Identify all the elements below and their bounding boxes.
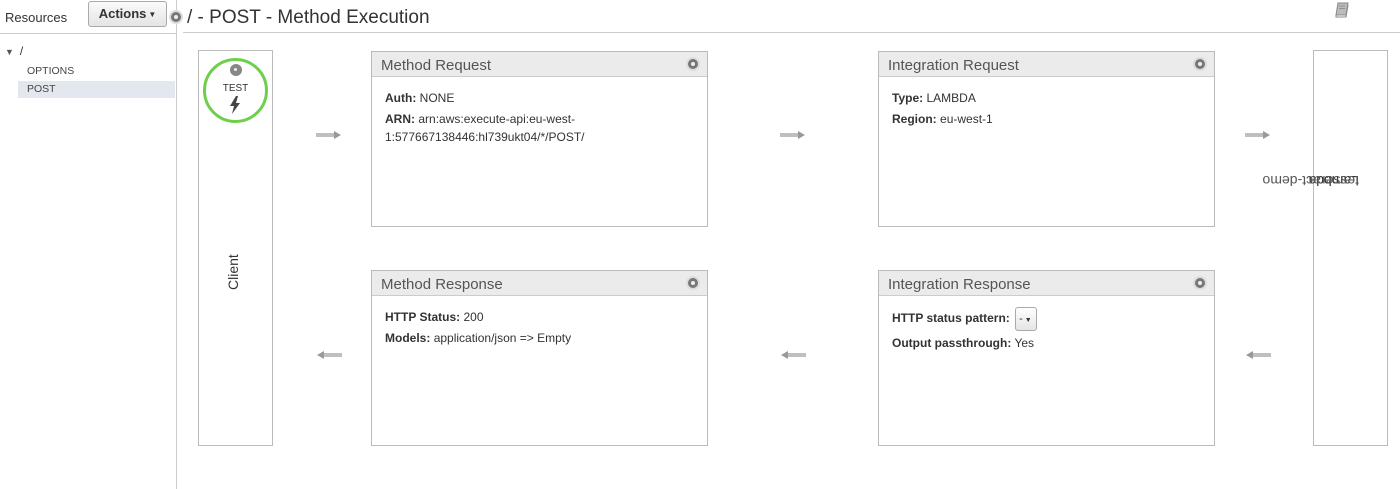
- collapse-sidebar-icon[interactable]: [169, 10, 183, 24]
- region-label: Region:: [892, 112, 937, 126]
- right-arrow-icon: [316, 131, 341, 139]
- region-value: eu-west-1: [940, 112, 993, 126]
- resources-label: Resources: [5, 10, 68, 25]
- sidebar-header: Resources Actions ▼: [0, 0, 176, 34]
- caret-down-icon: ▼: [148, 9, 157, 19]
- panel-toggle-icon[interactable]: [1193, 276, 1207, 290]
- expand-triangle-icon[interactable]: ▼: [5, 47, 14, 57]
- lambda-label-group[interactable]: Lambda tesseract-demo: [1263, 171, 1361, 331]
- http-status-label: HTTP Status:: [385, 310, 461, 324]
- integration-response-panel[interactable]: Integration Response HTTP status pattern…: [878, 270, 1215, 446]
- tree-method-options[interactable]: OPTIONS: [18, 63, 175, 80]
- tree-root-label: /: [19, 44, 24, 58]
- method-request-title[interactable]: Method Request: [381, 57, 491, 74]
- test-button[interactable]: TEST: [203, 58, 268, 123]
- tree-method-post[interactable]: POST: [18, 81, 175, 98]
- method-request-panel[interactable]: Method Request Auth: NONE ARN: arn:aws:e…: [371, 51, 708, 227]
- integration-request-header[interactable]: Integration Request: [879, 52, 1214, 77]
- left-arrow-icon: [1246, 351, 1271, 359]
- client-column: TEST Client: [198, 50, 273, 446]
- integration-request-title[interactable]: Integration Request: [888, 57, 1019, 74]
- test-label: TEST: [222, 83, 249, 94]
- method-request-header[interactable]: Method Request: [372, 52, 707, 77]
- integration-response-header[interactable]: Integration Response: [879, 271, 1214, 296]
- output-passthrough-value: Yes: [1014, 336, 1035, 350]
- auth-value: NONE: [419, 91, 455, 105]
- left-arrow-icon: [317, 351, 342, 359]
- lambda-function-name[interactable]: tesseract-demo: [1263, 173, 1359, 189]
- method-response-panel[interactable]: Method Response HTTP Status: 200 Models:…: [371, 270, 708, 446]
- status-pattern-select[interactable]: - ▼: [1015, 307, 1038, 331]
- models-label: Models:: [385, 331, 431, 345]
- arn-value: arn:aws:execute-api:eu-west-1:5776671384…: [385, 112, 585, 144]
- status-pattern-label: HTTP status pattern:: [892, 311, 1010, 326]
- right-arrow-icon: [780, 131, 805, 139]
- panel-toggle-icon[interactable]: [686, 276, 700, 290]
- panel-toggle-icon[interactable]: [1193, 57, 1207, 71]
- method-response-header[interactable]: Method Response: [372, 271, 707, 296]
- output-passthrough-label: Output passthrough:: [892, 336, 1012, 350]
- page-title: / - POST - Method Execution: [187, 7, 430, 28]
- resources-sidebar: Resources Actions ▼ ▼ / OPTIONS POST: [0, 0, 177, 489]
- right-arrow-icon: [1245, 131, 1270, 139]
- book-icon[interactable]: [1334, 2, 1350, 18]
- integration-response-title[interactable]: Integration Response: [888, 276, 1031, 293]
- models-value: application/json => Empty: [433, 331, 572, 345]
- lambda-column[interactable]: Lambda tesseract-demo: [1263, 50, 1388, 446]
- actions-button[interactable]: Actions ▼: [88, 1, 167, 27]
- arn-label: ARN:: [385, 112, 415, 126]
- type-label: Type:: [892, 91, 924, 105]
- http-status-value: 200: [463, 310, 484, 324]
- client-label: Client: [225, 254, 241, 290]
- tree-root-resource[interactable]: ▼ /: [5, 44, 23, 58]
- method-response-title[interactable]: Method Response: [381, 276, 503, 293]
- lightning-bolt-icon: [230, 96, 240, 114]
- left-arrow-icon: [781, 351, 806, 359]
- integration-request-panel[interactable]: Integration Request Type: LAMBDA Region:…: [878, 51, 1215, 227]
- title-divider: [183, 32, 1400, 33]
- auth-label: Auth:: [385, 91, 417, 105]
- play-dot-icon: [230, 64, 242, 76]
- caret-down-icon: ▼: [1022, 317, 1032, 324]
- panel-toggle-icon[interactable]: [686, 57, 700, 71]
- actions-label: Actions: [98, 6, 147, 21]
- type-value: LAMBDA: [926, 91, 976, 105]
